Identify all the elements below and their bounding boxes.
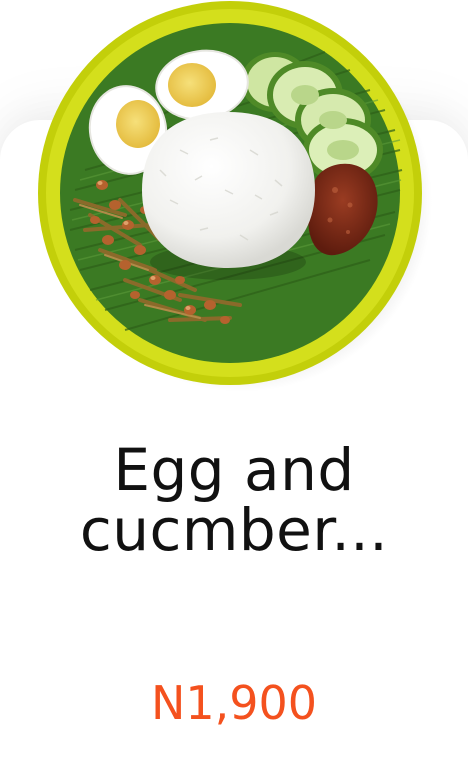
food-plate-icon [38, 1, 432, 392]
product-name: Egg and cucmber... [79, 436, 389, 564]
product-price: N1,900 [150, 676, 318, 730]
product-card-screen: Egg and cucmber... N1,900 [0, 0, 468, 757]
